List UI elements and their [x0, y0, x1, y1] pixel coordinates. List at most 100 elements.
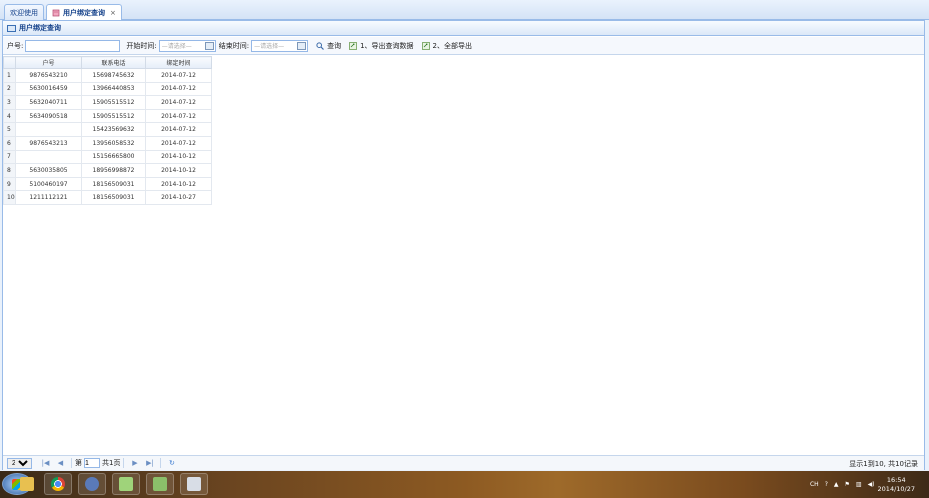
calendar-icon[interactable]	[204, 41, 214, 50]
row-number-cell: 1	[3, 68, 16, 83]
folder-icon	[20, 477, 34, 491]
export-all-button[interactable]: 2、全部导出	[421, 41, 473, 51]
pen-icon	[187, 477, 201, 491]
export-all-button-label: 2、全部导出	[432, 41, 473, 50]
table-row[interactable]: 2 5630016459 13966440853 2014-07-12	[3, 81, 212, 97]
search-icon	[316, 41, 325, 50]
chrome-icon	[51, 477, 65, 491]
tab-user-binding-query[interactable]: 用户绑定查询 ×	[46, 4, 122, 21]
bind-time-cell: 2014-07-12	[145, 95, 212, 110]
account-cell: 5100460197	[15, 176, 82, 192]
table-row[interactable]: 1 9876543210 15698745632 2014-07-12	[3, 68, 212, 83]
table-row[interactable]: 9 5100460197 18156509031 2014-10-12	[3, 176, 212, 192]
first-page-icon[interactable]: |◀	[41, 459, 50, 468]
panel-header: 用户绑定查询	[3, 21, 924, 36]
bind-time-cell: 2014-10-12	[145, 176, 212, 192]
account-cell: 1211112121	[15, 190, 82, 205]
phone-cell: 15698745632	[81, 68, 146, 83]
table-row[interactable]: 5 15423569632 2014-07-12	[3, 122, 212, 137]
tab-strip: 欢迎使用 用户绑定查询 ×	[0, 0, 929, 21]
account-cell: 9876543210	[15, 68, 82, 83]
prev-page-icon[interactable]: ◀	[56, 459, 65, 468]
phone-cell: 18156509031	[81, 176, 146, 192]
end-time-field[interactable]: —请选择—	[251, 39, 309, 52]
end-time-label: 结束时间:	[218, 41, 250, 50]
account-cell	[15, 122, 82, 137]
image-icon	[153, 477, 167, 491]
bind-time-cell: 2014-07-12	[145, 81, 212, 97]
clock-date: 2014/10/27	[877, 484, 915, 493]
table-row[interactable]: 4 5634090518 15905515512 2014-07-12	[3, 108, 212, 124]
network-icon[interactable]: ▥	[856, 481, 862, 488]
account-cell: 5630016459	[15, 81, 82, 97]
document-icon	[52, 9, 60, 17]
user-binding-panel: 用户绑定查询 户号: 开始时间: —请选择— 结束时间: —请选择— 查询 1、…	[2, 20, 925, 470]
bind-time-cell: 2014-10-12	[145, 149, 212, 165]
excel-icon	[349, 41, 357, 50]
excel-icon	[421, 41, 430, 50]
volume-icon[interactable]: ◀)	[868, 481, 875, 488]
account-cell	[15, 149, 82, 165]
system-tray: CH ? ▲ ⚑ ▥ ◀) 16:54 2014/10/27	[807, 471, 929, 498]
notepad-app-icon[interactable]	[112, 473, 140, 495]
row-number-cell: 9	[3, 176, 16, 192]
row-number-cell: 10	[3, 190, 16, 205]
table-row[interactable]: 6 9876543213 13956058532 2014-07-12	[3, 135, 212, 151]
language-indicator[interactable]: CH	[810, 481, 819, 488]
phone-cell: 13966440853	[81, 81, 146, 97]
last-page-icon[interactable]: ▶|	[145, 459, 154, 468]
column-header-phone[interactable]: 联系电话	[81, 56, 146, 69]
export-query-button-label: 1、导出查询数据	[360, 41, 414, 50]
pagination-info: 显示1到10, 共10记录	[849, 460, 918, 468]
tab-welcome[interactable]: 欢迎使用	[4, 4, 44, 20]
data-grid: 户号 联系电话 绑定时间 1 9876543210 15698745632 2014-…	[3, 56, 212, 205]
close-icon[interactable]: ×	[110, 9, 116, 17]
page-number-input[interactable]	[84, 458, 100, 468]
phone-cell: 15905515512	[81, 95, 146, 110]
row-number-cell: 5	[3, 122, 16, 137]
folder-app-icon[interactable]	[12, 473, 42, 495]
start-time-field[interactable]: —请选择—	[158, 39, 216, 52]
chrome-app-icon[interactable]	[44, 473, 72, 495]
tab-user-binding-query-label: 用户绑定查询	[63, 9, 105, 17]
phone-cell: 15423569632	[81, 122, 146, 137]
start-time-placeholder: —请选择—	[161, 43, 192, 50]
globe-icon	[85, 477, 99, 491]
export-query-button[interactable]: 1、导出查询数据	[349, 41, 414, 51]
network-app-icon[interactable]	[78, 473, 106, 495]
paint-app-icon[interactable]	[146, 473, 174, 495]
os-taskbar: CH ? ▲ ⚑ ▥ ◀) 16:54 2014/10/27	[0, 471, 929, 498]
divider	[160, 458, 162, 468]
flag-icon[interactable]: ⚑	[845, 481, 850, 488]
editor-app-icon[interactable]	[180, 473, 208, 495]
account-cell: 5634090518	[15, 108, 82, 124]
help-icon[interactable]: ?	[825, 481, 828, 488]
grid-header-row: 户号 联系电话 绑定时间	[3, 56, 212, 69]
next-page-icon[interactable]: ▶	[130, 459, 139, 468]
tab-welcome-label: 欢迎使用	[10, 8, 38, 17]
account-label: 户号:	[7, 41, 24, 50]
row-number-header	[3, 56, 16, 69]
row-number-cell: 6	[3, 135, 16, 151]
table-row[interactable]: 8 5630035805 18956998872 2014-10-12	[3, 163, 212, 178]
row-number-cell: 7	[3, 149, 16, 165]
column-header-account[interactable]: 户号	[15, 56, 82, 69]
search-toolbar: 户号: 开始时间: —请选择— 结束时间: —请选择— 查询 1、导出查询数据	[3, 37, 924, 55]
account-input[interactable]	[25, 39, 121, 52]
page-size-select[interactable]: 20	[7, 457, 32, 469]
calendar-icon[interactable]	[297, 41, 307, 50]
column-header-bind-time[interactable]: 绑定时间	[145, 56, 212, 69]
account-cell: 5632040711	[15, 95, 82, 110]
query-button[interactable]: 查询	[316, 41, 341, 51]
page-prefix-label: 第	[75, 459, 82, 467]
clock-time: 16:54	[886, 475, 906, 484]
tray-icon[interactable]: ▲	[834, 481, 839, 488]
table-row[interactable]: 10 1211112121 18156509031 2014-10-27	[3, 190, 212, 205]
table-row[interactable]: 3 5632040711 15905515512 2014-07-12	[3, 95, 212, 110]
refresh-icon[interactable]: ↻	[167, 459, 176, 468]
divider	[123, 458, 125, 468]
phone-cell: 15905515512	[81, 108, 146, 124]
clock[interactable]: 16:54 2014/10/27	[878, 476, 915, 494]
table-row[interactable]: 7 15156665800 2014-10-12	[3, 149, 212, 165]
notepad-icon	[119, 477, 133, 491]
